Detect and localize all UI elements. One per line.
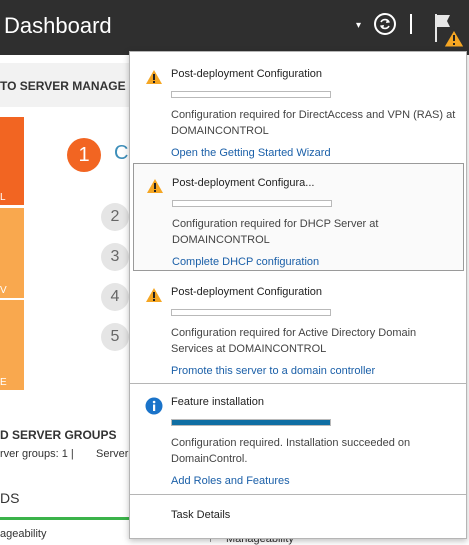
status-ok-bar: [0, 517, 140, 520]
divider: [130, 494, 466, 495]
add-roles-and-features-link[interactable]: Add Roles and Features: [171, 475, 290, 487]
flag-warning-icon[interactable]: [433, 12, 465, 53]
progress-bar: [171, 309, 331, 316]
promote-domain-controller-link[interactable]: Promote this server to a domain controll…: [171, 365, 375, 377]
servers-count: Server: [96, 448, 129, 460]
refresh-icon[interactable]: [374, 13, 396, 35]
notification-item[interactable]: Post-deployment Configuration Configurat…: [133, 273, 464, 381]
complete-dhcp-configuration-link[interactable]: Complete DHCP configuration: [172, 256, 319, 268]
page-title: Dashboard: [4, 13, 112, 38]
notification-title: Post-deployment Configura...: [172, 177, 315, 189]
notifications-panel: Post-deployment Configuration Configurat…: [129, 51, 467, 539]
notification-title: Post-deployment Configuration: [171, 286, 323, 298]
notification-item[interactable]: Post-deployment Configura... Configurati…: [133, 163, 464, 271]
tile-label: V: [0, 285, 7, 296]
notification-title: Post-deployment Configuration: [171, 68, 323, 80]
info-icon: [145, 397, 163, 420]
step-3-badge[interactable]: 3: [101, 243, 129, 271]
task-details-link[interactable]: Task Details: [171, 509, 230, 521]
server-groups-heading: D SERVER GROUPS: [0, 428, 117, 442]
progress-bar: [171, 91, 331, 98]
warning-icon: [145, 69, 163, 90]
step-1-label[interactable]: C: [114, 142, 128, 165]
open-getting-started-wizard-link[interactable]: Open the Getting Started Wizard: [171, 147, 331, 159]
step-4-badge[interactable]: 4: [101, 283, 129, 311]
ad-ds-tile-title[interactable]: DS: [0, 490, 19, 506]
progress-bar: [171, 419, 331, 426]
notification-description: Configuration required for Active Direct…: [171, 327, 417, 355]
notification-item[interactable]: Post-deployment Configuration Configurat…: [133, 55, 464, 163]
tile-label: L: [0, 192, 6, 203]
notification-item[interactable]: Feature installation Configuration requi…: [133, 383, 464, 491]
step-2-badge[interactable]: 2: [101, 203, 129, 231]
notification-description: Configuration required for DHCP Server a…: [172, 218, 379, 246]
tile-label: E: [0, 377, 7, 388]
welcome-banner: TO SERVER MANAGE: [0, 63, 140, 107]
welcome-title: TO SERVER MANAGE: [0, 79, 126, 93]
manageability-label[interactable]: ageability: [0, 528, 46, 540]
top-bar: Dashboard ▾: [0, 0, 469, 55]
learn-more-tile[interactable]: E: [0, 300, 24, 390]
warning-icon: [145, 287, 163, 308]
notification-description: Configuration required. Installation suc…: [171, 437, 411, 465]
chevron-down-icon[interactable]: ▾: [356, 20, 361, 31]
step-1-badge[interactable]: 1: [67, 138, 101, 172]
progress-bar: [172, 200, 332, 207]
server-groups-count: rver groups: 1 |: [0, 448, 74, 460]
step-5-badge[interactable]: 5: [101, 323, 129, 351]
notification-title: Feature installation: [171, 396, 264, 408]
quick-start-tile[interactable]: L: [0, 117, 24, 205]
header-separator: [410, 14, 412, 34]
warning-icon: [146, 178, 164, 199]
whats-new-tile[interactable]: V: [0, 208, 24, 298]
notification-description: Configuration required for DirectAccess …: [171, 109, 456, 137]
